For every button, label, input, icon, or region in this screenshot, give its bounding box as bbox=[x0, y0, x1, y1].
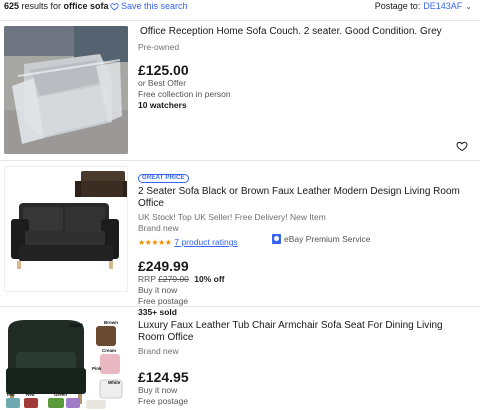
listing-image[interactable] bbox=[4, 26, 128, 154]
results-count: 625 results for office sofa bbox=[4, 1, 109, 12]
great-price-badge: GREAT PRICE bbox=[138, 174, 189, 183]
listing-title[interactable]: 2 Seater Sofa Black or Brown Faux Leathe… bbox=[138, 186, 470, 210]
buying-format: or Best Offer bbox=[138, 78, 187, 88]
rrp-price: £279.00 bbox=[158, 274, 189, 284]
rrp-row: RRP £279.00 10% off bbox=[138, 274, 470, 285]
listing-condition: Brand new bbox=[138, 346, 179, 356]
listing-item-1[interactable]: Office Reception Home Sofa Couch. 2 seat… bbox=[0, 26, 480, 154]
save-search-button[interactable]: Save this search bbox=[110, 1, 188, 12]
delivery-info: Free postage bbox=[138, 396, 189, 406]
svg-text:Black: Black bbox=[70, 323, 84, 329]
listing-condition: Brand new bbox=[138, 223, 179, 233]
premium-service-icon bbox=[272, 234, 281, 244]
listing-price: £124.95 bbox=[138, 369, 189, 385]
star-rating: ★★★★★ bbox=[138, 238, 172, 247]
watchers-count: 10 watchers bbox=[138, 100, 187, 110]
postage-selector[interactable]: Postage to: DE143AF ⌄ bbox=[375, 1, 472, 12]
rrp-label: RRP bbox=[138, 274, 156, 284]
divider bbox=[0, 306, 480, 307]
results-header: 625 results for office sofa Save this se… bbox=[0, 0, 480, 14]
svg-text:Cream: Cream bbox=[102, 348, 116, 353]
search-query: office sofa bbox=[63, 1, 109, 11]
listing-title[interactable]: Luxury Faux Leather Tub Chair Armchair S… bbox=[138, 320, 470, 344]
buying-format: Buy it now bbox=[138, 285, 178, 295]
svg-text:Red: Red bbox=[26, 392, 35, 397]
svg-text:Pink: Pink bbox=[92, 366, 102, 371]
sofa-photo bbox=[4, 26, 128, 154]
premium-service-label: eBay Premium Service bbox=[284, 234, 371, 244]
results-text: results for bbox=[19, 1, 64, 11]
premium-service: eBay Premium Service bbox=[272, 234, 370, 244]
heart-outline-icon[interactable] bbox=[456, 140, 468, 152]
product-ratings-link[interactable]: 7 product ratings bbox=[174, 237, 237, 247]
discount-label: 10% off bbox=[194, 274, 225, 284]
svg-text:Green: Green bbox=[54, 392, 67, 397]
delivery-info: Free collection in person bbox=[138, 89, 231, 99]
listing-image[interactable] bbox=[4, 166, 128, 292]
heart-icon bbox=[110, 3, 119, 11]
postage-zip[interactable]: DE143AF bbox=[423, 1, 462, 12]
listing-subtitle: UK Stock! Top UK Seller! Free Delivery! … bbox=[138, 212, 326, 222]
results-number: 625 bbox=[4, 1, 20, 11]
tub-chair-photo: Black Brown Cream Pink White Teal Red Gr… bbox=[4, 318, 128, 410]
divider bbox=[0, 160, 480, 161]
listing-price: £249.99 bbox=[138, 258, 189, 274]
buying-format: Buy it now bbox=[138, 385, 178, 395]
listing-price: £125.00 bbox=[138, 62, 189, 78]
sofa-photo bbox=[5, 167, 127, 291]
svg-text:White: White bbox=[108, 380, 121, 385]
svg-text:Brown: Brown bbox=[104, 320, 118, 325]
listing-item-2[interactable]: GREAT PRICE 2 Seater Sofa Black or Brown… bbox=[0, 166, 480, 317]
listing-item-3[interactable]: Black Brown Cream Pink White Teal Red Gr… bbox=[0, 318, 480, 410]
postage-label: Postage to: bbox=[374, 1, 421, 11]
divider bbox=[0, 20, 480, 21]
svg-text:Teal: Teal bbox=[6, 392, 15, 397]
chevron-down-icon: ⌄ bbox=[465, 2, 472, 11]
save-search-label: Save this search bbox=[121, 1, 188, 11]
listing-condition: Pre-owned bbox=[138, 42, 180, 52]
sold-count: 335+ sold bbox=[138, 307, 177, 317]
listing-image[interactable]: Black Brown Cream Pink White Teal Red Gr… bbox=[4, 318, 128, 410]
listing-title[interactable]: Office Reception Home Sofa Couch. 2 seat… bbox=[140, 26, 470, 38]
